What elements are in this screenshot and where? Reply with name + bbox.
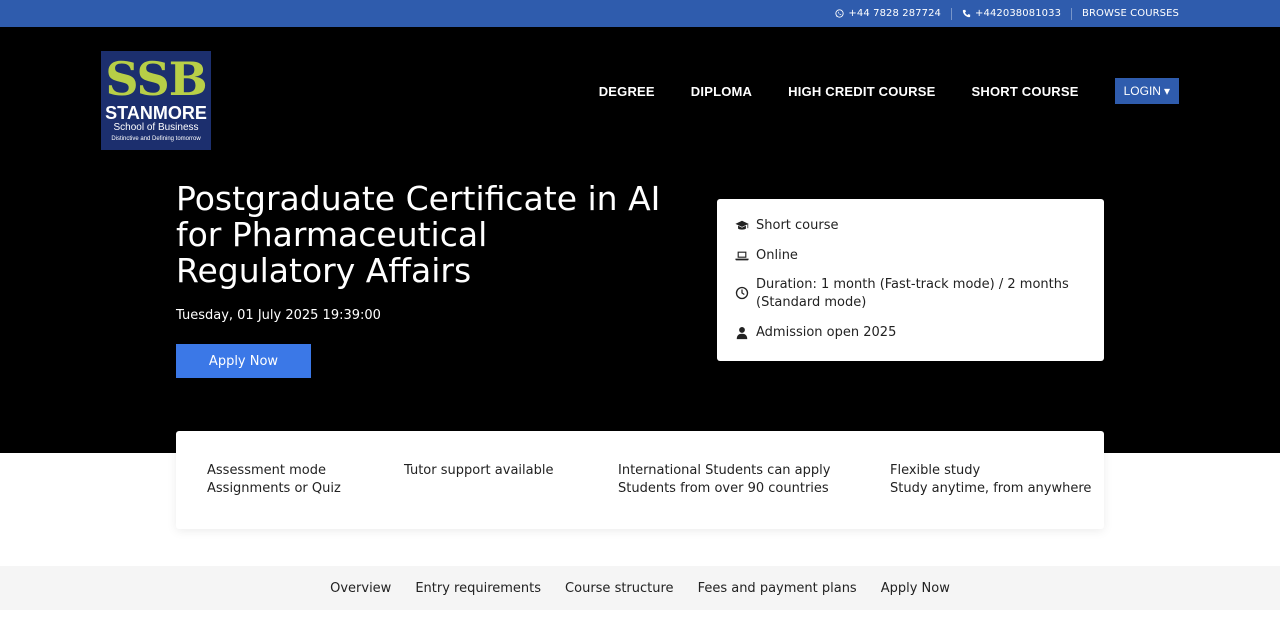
features-card: Assessment mode Assignments or Quiz Tuto… (176, 431, 1104, 529)
phone-icon (962, 9, 971, 18)
section-tabs: Overview Entry requirements Course struc… (0, 566, 1280, 610)
nav-diploma[interactable]: DIPLOMA (691, 84, 752, 99)
whatsapp-contact[interactable]: +44 7828 287724 (825, 8, 951, 19)
study-mode: Online (756, 248, 798, 263)
feature-detail: Assignments or Quiz (207, 481, 341, 496)
nav-short-course[interactable]: SHORT COURSE (971, 84, 1078, 99)
logo-subtitle: School of Business (113, 122, 199, 133)
login-button[interactable]: LOGIN ▾ (1114, 78, 1179, 104)
logo-name: STANMORE (105, 103, 207, 123)
whatsapp-icon (835, 9, 845, 18)
main-nav: DEGREE DIPLOMA HIGH CREDIT COURSE SHORT … (599, 78, 1179, 104)
tab-overview[interactable]: Overview (330, 581, 391, 596)
clock-icon (735, 286, 749, 300)
ssb-logo[interactable]: SSB STANMORE School of Business Distinct… (101, 51, 211, 150)
graduation-cap-icon (735, 220, 749, 230)
feature-detail: Students from over 90 countries (618, 481, 829, 496)
course-info-card: Short course Online Duration: 1 month (F… (717, 199, 1104, 361)
feature-tutor-support: Tutor support available (404, 462, 553, 480)
study-mode-row: Online (735, 247, 798, 265)
admission-text: Admission open 2025 (756, 325, 897, 340)
feature-title: International Students can apply (618, 463, 831, 478)
user-icon (736, 327, 748, 340)
phone-number: +442038081033 (975, 8, 1062, 19)
tab-course-structure[interactable]: Course structure (565, 581, 674, 596)
nav-high-credit-course[interactable]: HIGH CREDIT COURSE (788, 84, 935, 99)
tab-entry-requirements[interactable]: Entry requirements (415, 581, 541, 596)
login-label: LOGIN (1123, 84, 1161, 98)
course-title: Postgraduate Certificate in AI for Pharm… (176, 179, 661, 290)
tab-fees-and-payment-plans[interactable]: Fees and payment plans (698, 581, 857, 596)
feature-detail: Study anytime, from anywhere (890, 481, 1092, 496)
course-type: Short course (756, 218, 839, 233)
laptop-icon (735, 251, 749, 261)
feature-flexible-study: Flexible study Study anytime, from anywh… (890, 462, 1091, 498)
admission-row: Admission open 2025 (735, 324, 896, 342)
browse-courses-link[interactable]: BROWSE COURSES (1072, 8, 1179, 19)
feature-international: International Students can apply Student… (618, 462, 830, 498)
top-bar: +44 7828 287724 +442038081033 BROWSE COU… (0, 0, 1280, 27)
apply-now-button[interactable]: Apply Now (176, 344, 311, 378)
tab-apply-now[interactable]: Apply Now (881, 581, 950, 596)
feature-title: Assessment mode (207, 463, 326, 478)
current-datetime: Tuesday, 01 July 2025 19:39:00 (176, 308, 381, 323)
duration-row: Duration: 1 month (Fast-track mode) / 2 … (735, 276, 1075, 312)
nav-degree[interactable]: DEGREE (599, 84, 655, 99)
course-type-row: Short course (735, 217, 838, 235)
feature-title: Tutor support available (404, 463, 554, 478)
whatsapp-number: +44 7828 287724 (848, 8, 942, 19)
feature-assessment: Assessment mode Assignments or Quiz (207, 462, 341, 498)
logo-letters: SSB (105, 52, 207, 106)
logo-tagline: Distinctive and Defining tomorrow (111, 136, 201, 142)
phone-contact[interactable]: +442038081033 (952, 8, 1071, 19)
duration-text: Duration: 1 month (Fast-track mode) / 2 … (756, 277, 1069, 310)
feature-title: Flexible study (890, 463, 981, 478)
hero-section: SSB STANMORE School of Business Distinct… (0, 27, 1280, 453)
caret-down-icon: ▾ (1163, 84, 1170, 98)
top-bar-contacts: +44 7828 287724 +442038081033 BROWSE COU… (825, 0, 1179, 27)
